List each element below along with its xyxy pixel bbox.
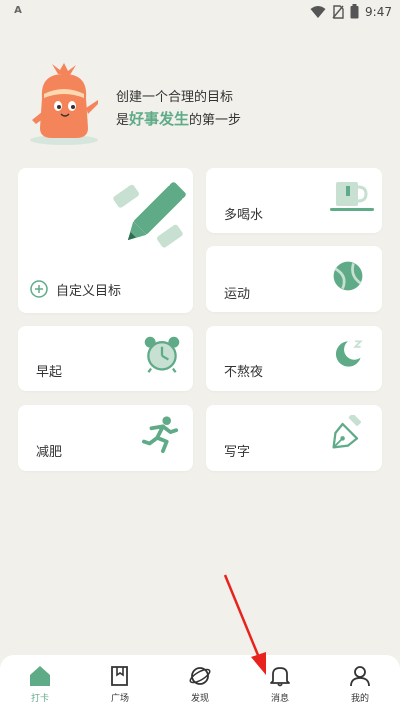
- tab-plaza[interactable]: 广场: [80, 655, 160, 712]
- pencil-icon: [113, 182, 186, 248]
- cup-icon: [330, 182, 374, 211]
- tab-label: 广场: [110, 694, 129, 704]
- goal-card-exercise[interactable]: 运动: [206, 246, 382, 312]
- fountain-pen-icon: [332, 415, 362, 449]
- goal-label-early-rise: 早起: [36, 365, 63, 380]
- tab-discover[interactable]: 发现: [160, 655, 240, 712]
- goal-label-exercise: 运动: [224, 287, 251, 302]
- goal-card-lose-weight[interactable]: 减肥: [18, 405, 193, 471]
- notification-icon: A: [14, 5, 22, 16]
- person-icon: [350, 666, 370, 687]
- home-icon: [30, 666, 50, 686]
- battery-icon: [350, 4, 359, 19]
- add-circle-icon: [30, 280, 48, 298]
- ball-icon: [333, 261, 363, 291]
- no-sim-icon: [332, 4, 344, 19]
- bottom-tab-bar: 打卡 广场 发现 消息 我的: [0, 655, 400, 712]
- tab-label: 我的: [350, 694, 369, 704]
- hero-subtitle-suffix: 的第一步: [189, 113, 242, 128]
- tab-profile[interactable]: 我的: [320, 655, 400, 712]
- goal-card-writing[interactable]: 写字: [206, 405, 382, 471]
- status-bar: A 9:47: [0, 0, 400, 24]
- tab-label: 消息: [270, 694, 289, 704]
- goal-label-no-late-night: 不熬夜: [224, 365, 264, 380]
- goal-label-lose-weight: 减肥: [36, 445, 63, 460]
- hero-subtitle: 是好事发生的第一步: [116, 108, 241, 129]
- mascot-illustration: [30, 63, 98, 145]
- wifi-icon: [310, 5, 326, 18]
- planet-icon: [189, 667, 211, 685]
- goal-card-no-late-night[interactable]: 不熬夜: [206, 326, 382, 391]
- custom-goal-card[interactable]: 自定义目标: [18, 168, 193, 313]
- goal-label-writing: 写字: [224, 445, 251, 460]
- custom-goal-label: 自定义目标: [56, 284, 122, 299]
- tab-label: 打卡: [30, 694, 49, 704]
- status-time: 9:47: [365, 4, 392, 19]
- tab-label: 发现: [190, 694, 209, 704]
- alarm-clock-icon: [144, 336, 180, 373]
- goal-card-drink-water[interactable]: 多喝水: [206, 168, 382, 233]
- running-person-icon: [142, 416, 179, 453]
- hero-subtitle-highlight: 好事发生: [129, 110, 190, 128]
- moon-icon: [335, 340, 363, 367]
- bell-icon: [270, 667, 290, 687]
- tab-messages[interactable]: 消息: [240, 655, 320, 712]
- goal-card-early-rise[interactable]: 早起: [18, 326, 193, 391]
- tab-checkin[interactable]: 打卡: [0, 655, 80, 712]
- hero-title: 创建一个合理的目标: [116, 90, 234, 105]
- hero-subtitle-prefix: 是: [116, 113, 130, 128]
- book-icon: [111, 666, 128, 686]
- goal-label-drink-water: 多喝水: [224, 208, 264, 223]
